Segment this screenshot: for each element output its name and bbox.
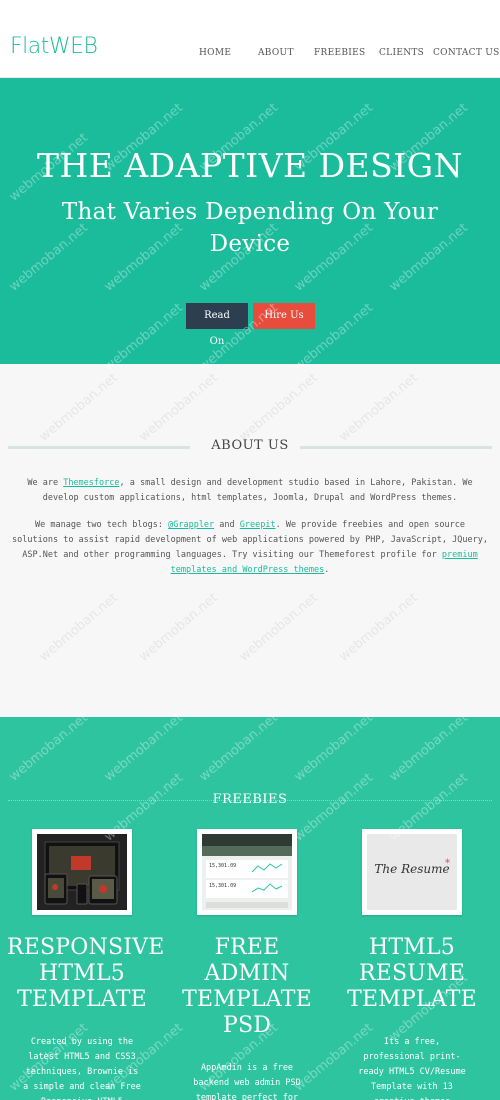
nav-freebies[interactable]: FREEBIES [314,48,365,58]
freebie-description: Created by using the latest HTML5 and CS… [23,1037,141,1100]
hire-us-button[interactable]: Hire Us [253,303,315,329]
resume-template-image: The Resume * [367,834,457,910]
freebie-card-resume: The Resume * HTML5 RESUME TEMPLATE Its a… [337,829,487,1100]
about-section: ABOUT US We are Themesforce, a small des… [0,364,500,717]
nav-about[interactable]: ABOUT [258,48,294,58]
site-header: FlatWEB HOME ABOUT FREEBIES CLIENTS CONT… [0,0,500,78]
freebie-card-responsive: RESPONSIVE HTML5 TEMPLATE Created by usi… [7,829,164,1100]
text: We manage two tech blogs: [35,520,169,530]
text: and [214,520,240,530]
about-heading: ABOUT US [0,438,500,454]
about-paragraph-2: We manage two tech blogs: @Grappler and … [10,518,490,578]
nav-home[interactable]: HOME [199,48,231,58]
nav-contact-us[interactable]: CONTACT US [433,48,500,58]
about-paragraph-1: We are Themesforce, a small design and d… [10,476,490,506]
freebie-title[interactable]: HTML5 RESUME TEMPLATE [337,935,487,1013]
greepit-link[interactable]: Greepit [240,520,276,530]
resume-thumb-text: The Resume [374,862,450,876]
text: We are [27,478,64,488]
themesforce-link[interactable]: Themesforce [63,478,119,488]
freebie-card-admin: 15,301.09 15,301.09 FREE ADMIN TEMPLATE … [172,829,322,1100]
hero-section: THE ADAPTIVE DESIGN That Varies Dependin… [0,78,500,364]
freebies-heading: FREEBIES [0,792,500,808]
admin-template-image: 15,301.09 15,301.09 [202,834,292,910]
text: . [324,565,330,575]
hero-subtitle: That Varies Depending On Your Device [61,199,439,257]
freebie-thumbnail[interactable] [32,829,132,915]
read-on-button[interactable]: Read On [186,303,248,347]
freebie-thumbnail[interactable]: 15,301.09 15,301.09 [197,829,297,915]
freebie-description: AppAmdin is a free backend web admin PSD… [193,1063,301,1100]
asterisk-icon: * [445,858,450,869]
hero-title: THE ADAPTIVE DESIGN [36,146,464,185]
freebie-title[interactable]: RESPONSIVE HTML5 TEMPLATE [7,935,164,1013]
freebies-section: FREEBIES RESPONSIVE HTML5 TEMPLATE Creat… [0,717,500,1100]
freebie-thumbnail[interactable]: The Resume * [362,829,462,915]
admin-stat-value: 15,301.09 [209,883,237,889]
about-title: ABOUT US [211,438,289,453]
main-nav: HOME ABOUT FREEBIES CLIENTS CONTACT US [0,48,500,62]
freebie-title[interactable]: FREE ADMIN TEMPLATE PSD [172,935,322,1039]
admin-stat-value: 15,301.09 [209,863,237,869]
devices-image [37,834,127,910]
freebie-description: Its a free, professional print-ready HTM… [358,1037,466,1100]
freebies-title: FREEBIES [212,792,288,807]
grappler-link[interactable]: @Grappler [168,520,214,530]
nav-clients[interactable]: CLIENTS [379,48,424,58]
